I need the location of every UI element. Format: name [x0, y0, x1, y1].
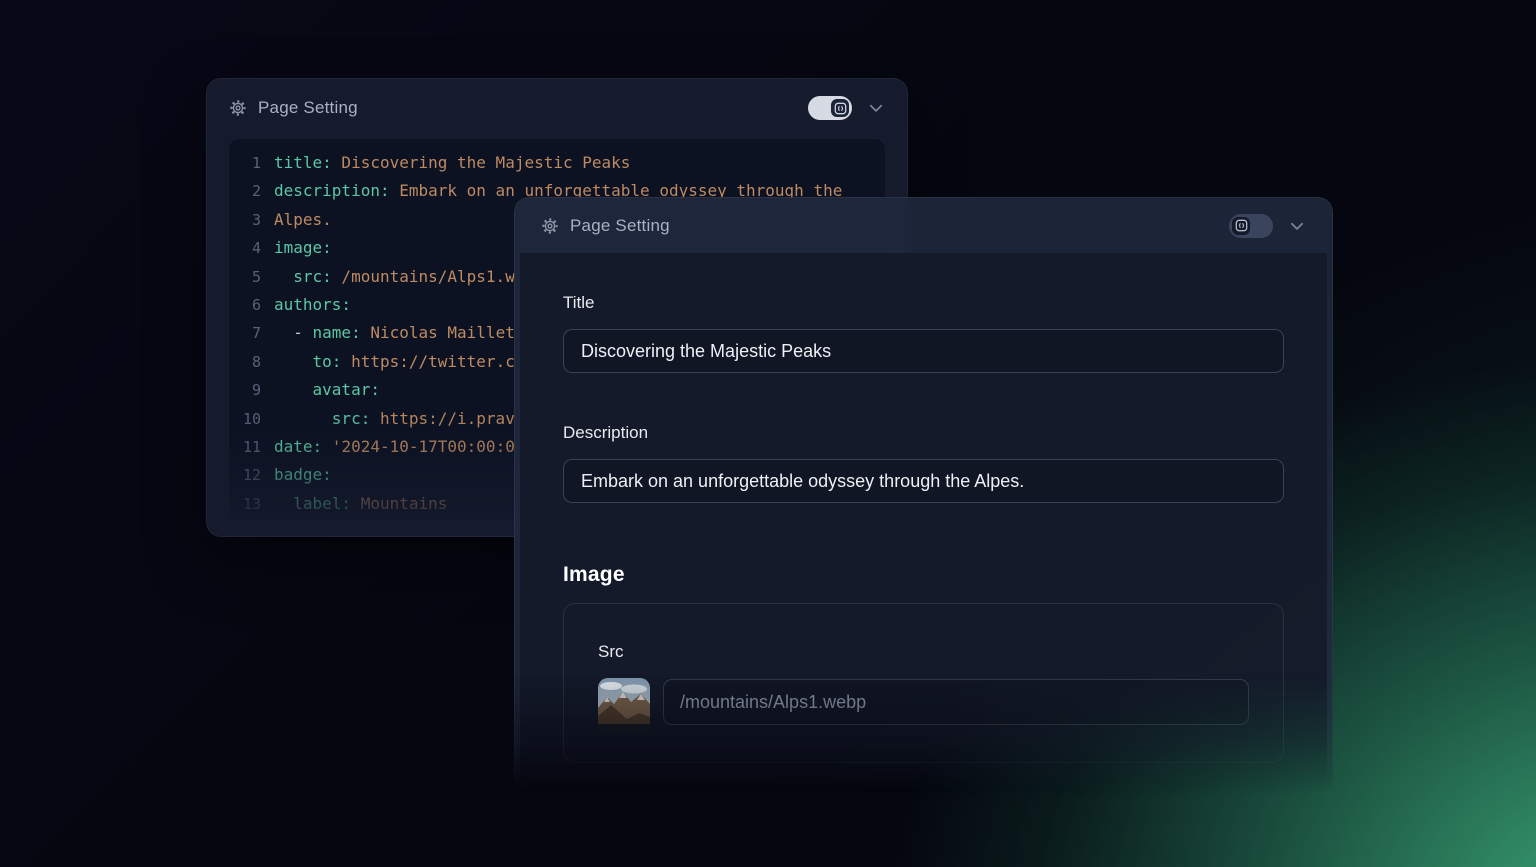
image-section-heading: Image [563, 563, 1284, 587]
gear-icon [229, 99, 247, 117]
mountain-photo-thumbnail [598, 678, 650, 732]
form-body: Title Description Image Src [520, 253, 1327, 787]
title-label: Title [563, 293, 1284, 313]
chevron-down-icon[interactable] [867, 99, 885, 117]
image-group-card: Src [563, 603, 1284, 763]
src-row [598, 678, 1249, 732]
code-panel-header: Page Setting [207, 79, 907, 137]
code-block-icon [1232, 217, 1250, 235]
code-block-icon [831, 99, 849, 117]
src-label: Src [598, 642, 1249, 662]
view-mode-toggle[interactable] [1229, 214, 1273, 238]
gear-icon [541, 217, 559, 235]
code-line: 1title: Discovering the Majestic Peaks [235, 149, 885, 177]
view-mode-toggle[interactable] [808, 96, 852, 120]
chevron-down-icon[interactable] [1288, 217, 1306, 235]
description-label: Description [563, 423, 1284, 443]
title-input[interactable] [563, 329, 1284, 373]
form-settings-panel: Page Setting Title Description Image [514, 197, 1333, 793]
panel-title: Page Setting [258, 98, 358, 118]
form-panel-header: Page Setting [515, 198, 1332, 253]
panel-title: Page Setting [570, 216, 670, 236]
image-src-input[interactable] [663, 679, 1249, 725]
description-input[interactable] [563, 459, 1284, 503]
